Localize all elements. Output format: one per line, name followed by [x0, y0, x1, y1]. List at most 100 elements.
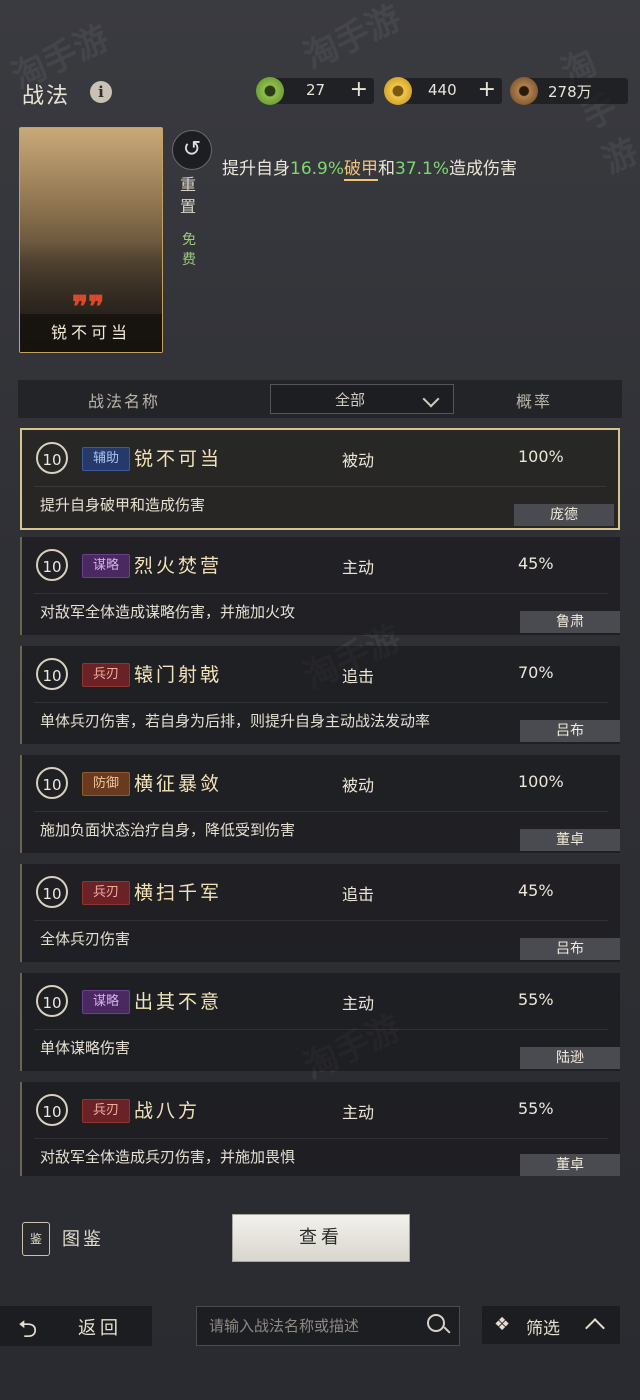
tactic-desc: 单体谋略伤害: [40, 1039, 131, 1057]
level-badge: 10: [36, 549, 68, 581]
resource-value: 440: [428, 81, 457, 99]
table-row[interactable]: 10 辅助 锐不可当 被动 100% 提升自身破甲和造成伤害 庞德: [20, 428, 620, 530]
chevron-up-icon: [585, 1318, 605, 1338]
level-badge: 10: [36, 658, 68, 690]
row-divider: [34, 811, 608, 812]
desc-text: 和: [378, 159, 396, 179]
view-button[interactable]: 查看: [232, 1214, 410, 1262]
hero-tag: 庞德: [514, 504, 614, 526]
info-icon[interactable]: i: [90, 81, 112, 103]
search-box[interactable]: [196, 1306, 460, 1346]
filter-label: 筛选: [526, 1319, 560, 1339]
resource-gold: 440 +: [384, 77, 502, 105]
level-badge: 10: [36, 442, 68, 474]
catalog-icon[interactable]: 鉴: [22, 1222, 50, 1256]
tactic-desc: 施加负面状态治疗自身，降低受到伤害: [40, 821, 296, 839]
tactic-rate: 100%: [518, 772, 564, 791]
tactic-desc: 单体兵刃伤害，若自身为后排，则提升自身主动战法发动率: [40, 712, 431, 730]
tactic-type: 追击: [342, 885, 375, 904]
catalog-label[interactable]: 图鉴: [62, 1225, 104, 1251]
table-header: 战法名称 全部 概率: [18, 380, 622, 418]
tactic-type: 被动: [342, 776, 375, 795]
tactic-name: 烈火焚营: [134, 555, 223, 577]
tactic-desc: 对敌军全体造成谋略伤害，并施加火攻: [40, 603, 296, 621]
back-button[interactable]: ⮌ 返回: [0, 1306, 152, 1346]
row-divider: [34, 1029, 608, 1030]
resource-value: 27: [306, 81, 326, 99]
tactic-desc: 全体兵刃伤害: [40, 930, 131, 948]
row-divider: [34, 593, 608, 594]
category-tag: 谋略: [82, 990, 130, 1014]
level-badge: 10: [36, 876, 68, 908]
category-tag: 防御: [82, 772, 130, 796]
desc-value: 16.9%: [290, 159, 345, 179]
hero-tag: 吕布: [520, 938, 620, 960]
tactic-desc: 提升自身破甲和造成伤害: [40, 496, 206, 514]
gold-coin-icon: [384, 77, 412, 105]
add-gold-button[interactable]: +: [478, 78, 496, 102]
tactic-name: 出其不意: [134, 991, 223, 1013]
table-row[interactable]: 10 谋略 烈火焚营 主动 45% 对敌军全体造成谋略伤害，并施加火攻 鲁肃: [20, 537, 620, 635]
category-tag: 兵刃: [82, 663, 130, 687]
hero-tag: 陆逊: [520, 1047, 620, 1069]
copper-coin-icon: [510, 77, 538, 105]
row-divider: [34, 486, 606, 487]
resource-jade: 27 +: [256, 77, 374, 105]
search-input[interactable]: [207, 1313, 411, 1339]
table-row[interactable]: 10 谋略 出其不意 主动 55% 单体谋略伤害 陆逊: [20, 973, 620, 1071]
category-tag: 兵刃: [82, 1099, 130, 1123]
tactic-rate: 55%: [518, 1099, 554, 1118]
filter-icon: ❖: [494, 1314, 511, 1335]
filter-button[interactable]: ❖ 筛选: [482, 1306, 620, 1344]
category-tag: 辅助: [82, 447, 130, 471]
category-dropdown[interactable]: 全部: [270, 384, 454, 414]
tactic-name: 横扫千军: [134, 882, 223, 904]
row-divider: [34, 920, 608, 921]
level-badge: 10: [36, 767, 68, 799]
tactic-type: 被动: [342, 451, 375, 470]
page-title: 战法: [22, 84, 71, 109]
desc-value: 37.1%: [395, 159, 450, 179]
tactic-rate: 45%: [518, 554, 554, 573]
back-label: 返回: [78, 1318, 122, 1339]
table-row[interactable]: 10 防御 横征暴敛 被动 100% 施加负面状态治疗自身，降低受到伤害 董卓: [20, 755, 620, 853]
col-rate-header: 概率: [516, 392, 553, 411]
hero-tag: 鲁肃: [520, 611, 620, 633]
hero-tag: 吕布: [520, 720, 620, 742]
resource-value: 278万: [548, 83, 592, 101]
table-row[interactable]: 10 兵刃 横扫千军 追击 45% 全体兵刃伤害 吕布: [20, 864, 620, 962]
tactic-name: 战八方: [134, 1100, 201, 1122]
desc-keyword[interactable]: 破甲: [344, 159, 379, 181]
tactic-name: 锐不可当: [134, 448, 223, 470]
tactic-name: 横征暴敛: [134, 773, 223, 795]
tactic-description: 提升自身16.9%破甲和37.1%造成伤害: [222, 154, 518, 181]
tactic-rate: 55%: [518, 990, 554, 1009]
table-row[interactable]: 10 兵刃 辕门射戟 追击 70% 单体兵刃伤害，若自身为后排，则提升自身主动战…: [20, 646, 620, 744]
desc-text: 造成伤害: [449, 159, 518, 179]
desc-text: 提升自身: [222, 159, 290, 179]
hero-tag: 董卓: [520, 1154, 620, 1176]
tactic-card[interactable]: ❞❞ 锐不可当: [19, 127, 163, 353]
level-badge: 10: [36, 985, 68, 1017]
row-divider: [34, 702, 608, 703]
col-name-header: 战法名称: [88, 392, 161, 411]
free-label: 免费: [182, 232, 196, 268]
tactic-type: 主动: [342, 994, 375, 1013]
resource-copper: 278万: [510, 77, 628, 105]
search-icon[interactable]: [427, 1314, 445, 1332]
reset-label[interactable]: 重置: [180, 174, 200, 218]
jade-coin-icon: [256, 77, 284, 105]
chevron-down-icon: [422, 390, 440, 408]
tactic-rate: 100%: [518, 447, 564, 466]
tactic-desc: 对敌军全体造成兵刃伤害，并施加畏惧: [40, 1148, 296, 1166]
watermark: 淘手游: [297, 0, 408, 78]
tactic-rate: 70%: [518, 663, 554, 682]
dropdown-value: 全部: [335, 391, 366, 409]
row-divider: [34, 1138, 608, 1139]
hero-tag: 董卓: [520, 829, 620, 851]
reset-button[interactable]: ↺: [172, 130, 212, 170]
tactic-type: 主动: [342, 558, 375, 577]
add-jade-button[interactable]: +: [350, 78, 368, 102]
table-row[interactable]: 10 兵刃 战八方 主动 55% 对敌军全体造成兵刃伤害，并施加畏惧 董卓: [20, 1082, 620, 1176]
back-arrow-icon: ⮌: [18, 1315, 38, 1343]
